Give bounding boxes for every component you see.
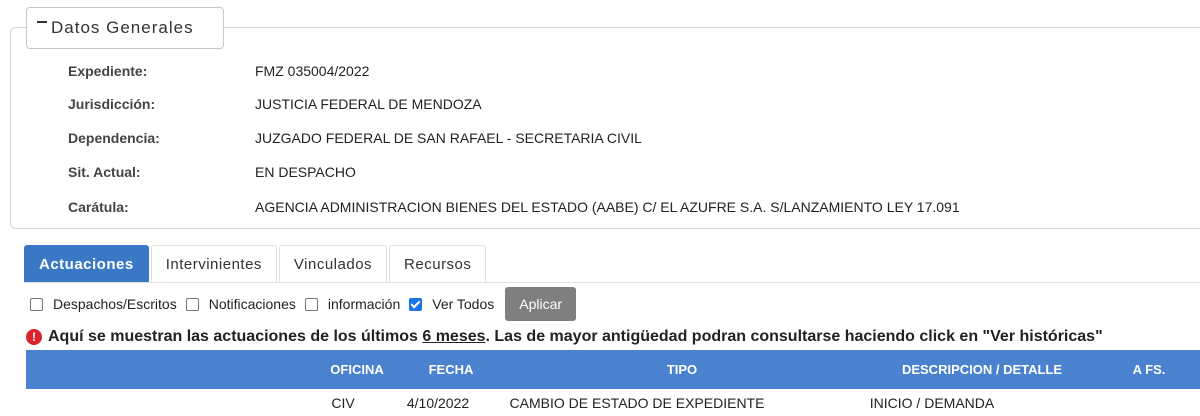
informacion-checkbox[interactable] (304, 297, 318, 311)
datos-generales-toggle[interactable]: Datos Generales (26, 7, 224, 49)
info-label: Carátula: (68, 199, 129, 215)
legend-title: Datos Generales (51, 18, 194, 37)
tab-recursos[interactable]: Recursos (389, 245, 487, 283)
datos-generales-panel: Expediente: FMZ 035004/2022 Jurisdicción… (10, 27, 1200, 229)
notice-text-after: . Las de mayor antigüedad podran consult… (485, 328, 1103, 345)
cell-fecha: 4/10/2022 (406, 395, 470, 411)
header-fecha[interactable]: FECHA (429, 350, 474, 389)
notice-text-underlined: 6 meses (422, 328, 486, 345)
filter-label: Ver Todos (432, 296, 495, 312)
ver-todos-checkbox[interactable] (409, 297, 423, 311)
filter-despachos[interactable]: Despachos/Escritos (30, 296, 177, 312)
filter-label: Despachos/Escritos (53, 296, 177, 312)
info-label: Sit. Actual: (68, 164, 141, 180)
header-oficina[interactable]: OFICINA (330, 350, 383, 389)
notice-text-before: Aquí se muestran las actuaciones de los … (48, 328, 423, 345)
cell-descripcion: INICIO / DEMANDA (869, 395, 995, 411)
header-descripcion[interactable]: DESCRIPCION / DETALLE (902, 350, 1062, 389)
filter-ver-todos[interactable]: Ver Todos (409, 296, 494, 312)
tab-intervinientes[interactable]: Intervinientes (150, 245, 277, 283)
tab-bar: Actuaciones Intervinientes Vinculados Re… (24, 245, 488, 283)
info-label: Expediente: (68, 63, 148, 79)
apply-button[interactable]: Aplicar (505, 287, 577, 321)
tab-vinculados[interactable]: Vinculados (278, 245, 388, 283)
header-a-fs[interactable]: A FS. (1133, 350, 1166, 389)
notificaciones-checkbox[interactable] (185, 297, 199, 311)
header-tipo[interactable]: TIPO (667, 350, 697, 389)
alert-icon: ! (26, 329, 42, 345)
info-value: JUZGADO FEDERAL DE SAN RAFAEL - SECRETAR… (255, 130, 642, 146)
cell-oficina: CIV (331, 395, 355, 411)
table-header: OFICINA FECHA TIPO DESCRIPCION / DETALLE… (26, 350, 1200, 389)
filter-label: Notificaciones (208, 296, 296, 312)
filter-label: información (327, 296, 401, 312)
notice-message: ! Aquí se muestran las actuaciones de lo… (26, 326, 1103, 348)
info-value: FMZ 035004/2022 (255, 63, 370, 79)
despachos-checkbox[interactable] (30, 297, 43, 311)
info-value: JUSTICIA FEDERAL DE MENDOZA (255, 96, 482, 112)
table-row[interactable]: CIV 4/10/2022 CAMBIO DE ESTADO DE EXPEDI… (26, 389, 1200, 416)
collapse-minus-icon (37, 21, 47, 23)
cell-tipo: CAMBIO DE ESTADO DE EXPEDIENTE (509, 395, 765, 411)
actuaciones-table: OFICINA FECHA TIPO DESCRIPCION / DETALLE… (26, 350, 1200, 416)
tab-actuaciones[interactable]: Actuaciones (24, 245, 149, 283)
info-value: EN DESPACHO (255, 164, 356, 180)
filter-informacion[interactable]: información (304, 296, 401, 312)
info-label: Jurisdicción: (68, 96, 156, 112)
info-label: Dependencia: (68, 130, 160, 146)
info-value: AGENCIA ADMINISTRACION BIENES DEL ESTADO… (255, 199, 960, 215)
tabs-divider (24, 282, 1200, 283)
filter-bar: Despachos/Escritos Notificaciones inform… (30, 287, 577, 321)
filter-notificaciones[interactable]: Notificaciones (185, 296, 296, 312)
